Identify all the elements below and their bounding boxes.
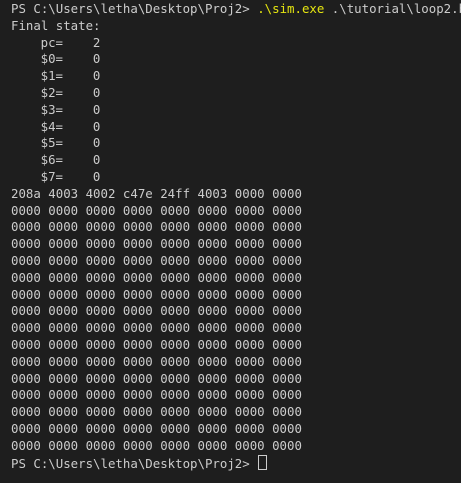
register-name: $5= <box>40 135 63 151</box>
register-name: pc= <box>40 34 63 50</box>
memory-line: 0000 0000 0000 0000 0000 0000 0000 0000 <box>11 336 302 352</box>
register-value: 0 <box>92 68 101 84</box>
memory-line: 208a 4003 4002 c47e 24ff 4003 0000 0000 <box>11 185 302 201</box>
command-argument: .\tutorial\loop2.bin <box>331 1 461 16</box>
register-row: $7= 0 <box>11 169 461 186</box>
register-name: $7= <box>40 168 63 184</box>
memory-line: 0000 0000 0000 0000 0000 0000 0000 0000 <box>11 303 302 319</box>
prompt-text: PS C:\Users\letha\Desktop\Proj2> <box>11 1 258 16</box>
final-state-label: Final state: <box>11 17 101 33</box>
memory-line: 0000 0000 0000 0000 0000 0000 0000 0000 <box>11 370 302 386</box>
memory-line: 0000 0000 0000 0000 0000 0000 0000 0000 <box>11 420 302 436</box>
register-value: 2 <box>92 34 101 50</box>
register-value: 0 <box>92 51 101 67</box>
final-prompt-line[interactable]: PS C:\Users\letha\Desktop\Proj2> <box>11 454 461 472</box>
register-value: 0 <box>92 118 101 134</box>
register-value: 0 <box>92 168 101 184</box>
memory-line: 0000 0000 0000 0000 0000 0000 0000 0000 <box>11 286 302 302</box>
register-list: pc= 2 $0= 0 $1= 0 $2= 0 $3= 0 $4= 0 $5= 0 $6= 0… <box>11 35 461 186</box>
memory-line: 0000 0000 0000 0000 0000 0000 0000 0000 <box>11 404 302 420</box>
memory-line: 0000 0000 0000 0000 0000 0000 0000 0000 <box>11 236 302 252</box>
register-row: $4= 0 <box>11 119 461 136</box>
register-value: 0 <box>92 135 101 151</box>
memory-line: 0000 0000 0000 0000 0000 0000 0000 0000 <box>11 202 302 218</box>
memory-line: 0000 0000 0000 0000 0000 0000 0000 0000 <box>11 387 302 403</box>
register-value: 0 <box>92 152 101 168</box>
memory-line: 0000 0000 0000 0000 0000 0000 0000 0000 <box>11 353 302 369</box>
register-name: $2= <box>40 84 63 100</box>
register-name: $0= <box>40 51 63 67</box>
register-value: 0 <box>92 101 101 117</box>
register-row: $6= 0 <box>11 152 461 169</box>
register-row: $1= 0 <box>11 68 461 85</box>
register-name: $1= <box>40 68 63 84</box>
register-name: $3= <box>40 101 63 117</box>
memory-line: 0000 0000 0000 0000 0000 0000 0000 0000 <box>11 269 302 285</box>
command-line: PS C:\Users\letha\Desktop\Proj2> .\sim.e… <box>11 1 461 18</box>
memory-line: 0000 0000 0000 0000 0000 0000 0000 0000 <box>11 219 302 235</box>
final-prompt-text: PS C:\Users\letha\Desktop\Proj2> <box>11 455 258 471</box>
register-name: $4= <box>40 118 63 134</box>
terminal-window[interactable]: PS C:\Users\letha\Desktop\Proj2> .\sim.e… <box>0 0 461 483</box>
register-row: $3= 0 <box>11 102 461 119</box>
command-text: .\sim.exe <box>257 1 325 16</box>
memory-line: 0000 0000 0000 0000 0000 0000 0000 0000 <box>11 320 302 336</box>
register-value: 0 <box>92 84 101 100</box>
memory-dump: 208a 4003 4002 c47e 24ff 4003 0000 0000 0… <box>11 186 461 455</box>
memory-line: 0000 0000 0000 0000 0000 0000 0000 0000 <box>11 437 302 453</box>
register-row: pc= 2 <box>11 35 461 52</box>
register-row: $5= 0 <box>11 135 461 152</box>
register-name: $6= <box>40 152 63 168</box>
memory-line: 0000 0000 0000 0000 0000 0000 0000 0000 <box>11 252 302 268</box>
register-row: $2= 0 <box>11 85 461 102</box>
text-cursor <box>258 454 268 470</box>
register-row: $0= 0 <box>11 51 461 68</box>
